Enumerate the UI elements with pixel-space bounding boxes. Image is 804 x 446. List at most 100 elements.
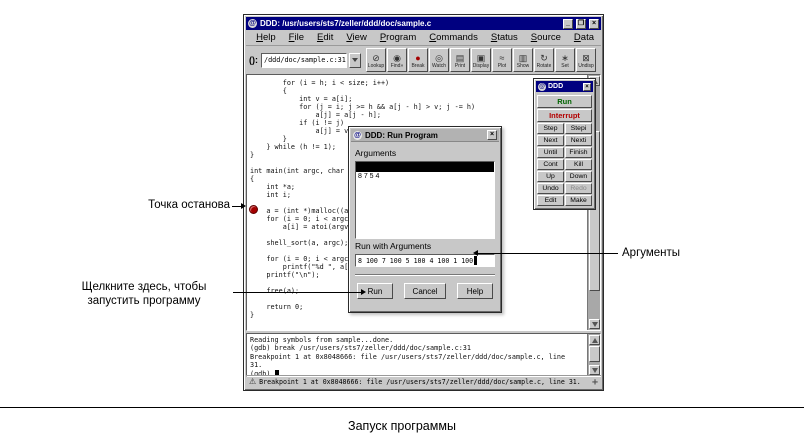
list-item[interactable] bbox=[356, 162, 494, 172]
find-button[interactable]: ◉ Find» bbox=[387, 48, 407, 72]
help-menu[interactable]: Help bbox=[256, 32, 276, 43]
data-menu[interactable]: Data bbox=[574, 32, 594, 43]
command-buttons: Run Interrupt Step Stepi Next Nexti Unti… bbox=[535, 93, 594, 208]
argument-input[interactable]: /ddd/doc/sample.c:31 bbox=[261, 53, 347, 68]
arrow-left-icon bbox=[473, 250, 478, 256]
rotate-button[interactable]: ↻ Rotate bbox=[534, 48, 554, 72]
leader-line bbox=[478, 253, 618, 254]
status-menu[interactable]: Status bbox=[491, 32, 518, 43]
scroll-up-icon[interactable] bbox=[589, 335, 600, 345]
scroll-down-icon[interactable] bbox=[589, 365, 600, 375]
up-button[interactable]: Up bbox=[537, 171, 564, 182]
kill-button[interactable]: Kill bbox=[565, 159, 592, 170]
console-scrollbar[interactable] bbox=[587, 334, 600, 376]
cancel-button[interactable]: Cancel bbox=[404, 283, 447, 299]
resize-sash-icon[interactable]: + bbox=[592, 377, 598, 388]
status-bar: ⚠ Breakpoint 1 at 0x8048666: file /usr/u… bbox=[246, 375, 601, 388]
undisp-icon: ⊠ bbox=[582, 53, 590, 63]
arrow-right-icon bbox=[361, 289, 366, 295]
break-button[interactable]: ● Break bbox=[408, 48, 428, 72]
undo-button[interactable]: Undo bbox=[537, 183, 564, 194]
display-button[interactable]: ▣ Display bbox=[471, 48, 491, 72]
dialog-buttons: Run Cancel Help bbox=[355, 283, 495, 299]
text-cursor bbox=[474, 256, 477, 265]
stepi-button[interactable]: Stepi bbox=[565, 123, 592, 134]
edit-button[interactable]: Edit bbox=[537, 195, 564, 206]
caption-rule bbox=[0, 407, 804, 408]
set-button[interactable]: ∗ Set bbox=[555, 48, 575, 72]
title-bar[interactable]: @ DDD: /usr/users/sts7/zeller/ddd/doc/sa… bbox=[246, 17, 601, 30]
close-button[interactable]: × bbox=[487, 130, 497, 140]
maximize-button[interactable]: ❐ bbox=[576, 19, 586, 29]
annotation-line: запустить программу bbox=[55, 295, 233, 309]
plot-icon: ≈ bbox=[500, 53, 505, 63]
run-click-annotation: Щелкните здесь, чтобы запустить программ… bbox=[55, 281, 233, 308]
ddd-logo-icon: @ bbox=[248, 19, 257, 28]
set-icon: ∗ bbox=[561, 53, 569, 63]
show-button[interactable]: ▥ Show bbox=[513, 48, 533, 72]
source-menu[interactable]: Source bbox=[531, 32, 561, 43]
until-button[interactable]: Until bbox=[537, 147, 564, 158]
argument-label: (): bbox=[249, 55, 258, 65]
lookup-button[interactable]: ⊘ Lookup bbox=[366, 48, 386, 72]
dialog-titlebar[interactable]: @ DDD: Run Program × bbox=[351, 129, 499, 142]
edit-menu[interactable]: Edit bbox=[317, 32, 333, 43]
print-button[interactable]: ▤ Print bbox=[450, 48, 470, 72]
arguments-label: Arguments bbox=[355, 148, 495, 158]
scrollbar-thumb[interactable] bbox=[589, 346, 600, 362]
watch-button[interactable]: ◎ Watch bbox=[429, 48, 449, 72]
close-button[interactable]: × bbox=[583, 83, 591, 91]
help-button[interactable]: Help bbox=[457, 283, 493, 299]
warning-icon: ⚠ bbox=[249, 377, 256, 387]
list-item[interactable]: 8 7 5 4 bbox=[356, 172, 494, 182]
status-text: Breakpoint 1 at 0x8048666: file /usr/use… bbox=[259, 378, 581, 386]
plot-button[interactable]: ≈ Plot bbox=[492, 48, 512, 72]
finish-button[interactable]: Finish bbox=[565, 147, 592, 158]
print-icon: ▤ bbox=[456, 53, 465, 63]
redo-button[interactable]: Redo bbox=[565, 183, 592, 194]
breakpoint-icon[interactable] bbox=[249, 205, 258, 214]
figure-caption: Запуск программы bbox=[0, 419, 804, 433]
undisp-button[interactable]: ⊠ Undisp bbox=[576, 48, 596, 72]
window-title: DDD: /usr/users/sts7/zeller/ddd/doc/samp… bbox=[260, 19, 560, 28]
interrupt-button[interactable]: Interrupt bbox=[537, 109, 592, 122]
scroll-down-icon[interactable] bbox=[589, 319, 600, 329]
dialog-body: Arguments 8 7 5 4 Run with Arguments 8 1… bbox=[355, 146, 495, 299]
cont-button[interactable]: Cont bbox=[537, 159, 564, 170]
minimize-button[interactable]: _ bbox=[563, 19, 573, 29]
command-tool-window: @ DDD × Run Interrupt Step Stepi Next Ne… bbox=[533, 78, 596, 210]
close-button[interactable]: × bbox=[589, 19, 599, 29]
watch-icon: ◎ bbox=[435, 53, 443, 63]
commands-menu[interactable]: Commands bbox=[429, 32, 478, 43]
step-button[interactable]: Step bbox=[537, 123, 564, 134]
make-button[interactable]: Make bbox=[565, 195, 592, 206]
run-button[interactable]: Run bbox=[537, 95, 592, 108]
tool-bar: (): /ddd/doc/sample.c:31 ⊘ Lookup ◉ Find… bbox=[246, 46, 601, 74]
breakpoint-annotation: Точка останова bbox=[30, 199, 230, 211]
ddd-logo-icon: @ bbox=[353, 131, 362, 140]
show-icon: ▥ bbox=[519, 53, 528, 63]
lookup-icon: ⊘ bbox=[372, 53, 380, 63]
arguments-history-list[interactable]: 8 7 5 4 bbox=[355, 161, 495, 239]
next-button[interactable]: Next bbox=[537, 135, 564, 146]
chevron-down-icon bbox=[352, 58, 358, 62]
find-icon: ◉ bbox=[393, 53, 401, 63]
rotate-icon: ↻ bbox=[540, 53, 548, 63]
console-output[interactable]: Reading symbols from sample...done. (gdb… bbox=[250, 336, 565, 377]
figure-canvas: @ DDD: /usr/users/sts7/zeller/ddd/doc/sa… bbox=[0, 0, 804, 446]
down-button[interactable]: Down bbox=[565, 171, 592, 182]
leader-line bbox=[233, 292, 361, 293]
file-menu[interactable]: File bbox=[289, 32, 304, 43]
display-icon: ▣ bbox=[477, 53, 486, 63]
command-tool-titlebar[interactable]: @ DDD × bbox=[536, 81, 593, 92]
run-program-dialog: @ DDD: Run Program × Arguments 8 7 5 4 R… bbox=[348, 126, 502, 313]
view-menu[interactable]: View bbox=[346, 32, 366, 43]
arguments-annotation: Аргументы bbox=[622, 247, 680, 259]
nexti-button[interactable]: Nexti bbox=[565, 135, 592, 146]
argument-dropdown-button[interactable] bbox=[349, 53, 361, 68]
program-menu[interactable]: Program bbox=[380, 32, 416, 43]
run-arguments-value: 8 100 7 100 5 100 4 100 1 100 bbox=[358, 257, 473, 265]
gdb-console[interactable]: Reading symbols from sample...done. (gdb… bbox=[246, 333, 601, 377]
command-tool-title: DDD bbox=[548, 83, 581, 90]
break-icon: ● bbox=[415, 53, 420, 63]
